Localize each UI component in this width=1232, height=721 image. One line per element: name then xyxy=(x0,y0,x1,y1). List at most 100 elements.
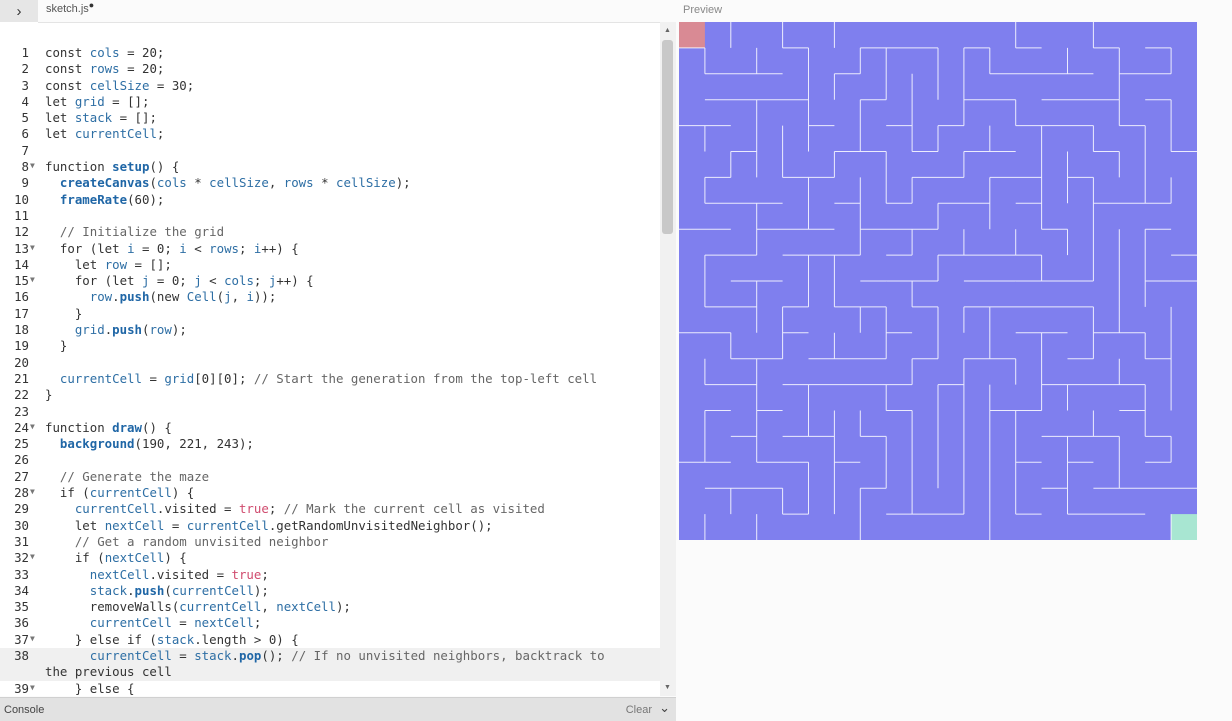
code-text: // Get a random unvisited neighbor xyxy=(74,533,329,549)
code-line[interactable]: 10 frameRate(60); xyxy=(0,192,660,208)
code-line[interactable]: 33 nextCell.visited = true; xyxy=(0,567,660,583)
line-number: 21 xyxy=(14,370,29,386)
code-line[interactable]: 7 xyxy=(0,143,660,159)
code-line[interactable]: 23 xyxy=(0,404,660,420)
console-bar[interactable]: Console Clear ⌄ xyxy=(0,697,676,721)
code-text: function draw() { xyxy=(45,419,172,435)
line-number: 34 xyxy=(14,582,29,598)
fold-arrow-icon[interactable]: ▼ xyxy=(30,272,35,288)
line-number: 32 xyxy=(14,550,29,566)
code-line[interactable]: 22} xyxy=(0,387,660,403)
code-text: for (let i = 0; i < rows; i++) { xyxy=(45,240,299,256)
code-line[interactable]: 29 currentCell.visited = true; // Mark t… xyxy=(0,501,660,517)
code-line[interactable]: 30 let nextCell = currentCell.getRandomU… xyxy=(0,518,660,534)
line-number: 38 xyxy=(14,647,29,663)
line-number: 7 xyxy=(21,142,29,158)
code-line[interactable]: 39 ▼ } else { xyxy=(0,681,660,696)
line-number: 36 xyxy=(14,615,29,631)
code-line[interactable]: 37 ▼ } else if (stack.length > 0) { xyxy=(0,632,660,648)
line-number: 29 xyxy=(14,501,29,517)
code-line[interactable]: 5 let stack = []; xyxy=(0,110,660,126)
fold-arrow-icon[interactable]: ▼ xyxy=(30,549,35,565)
maze-walls xyxy=(679,22,1197,540)
code-line[interactable]: 15 ▼ for (let j = 0; j < cols; j++) { xyxy=(0,273,660,289)
code-text: createCanvas(cols * cellSize, rows * cel… xyxy=(59,175,411,191)
code-line[interactable]: 28 ▼ if (currentCell) { xyxy=(0,485,660,501)
scroll-up-icon[interactable]: ▲ xyxy=(664,27,671,34)
line-number: 24 xyxy=(14,419,29,435)
code-line[interactable]: 34 stack.push(currentCell); xyxy=(0,583,660,599)
code-line[interactable]: 8 ▼ function setup() { xyxy=(0,159,660,175)
code-text: removeWalls(currentCell, nextCell); xyxy=(45,599,351,615)
code-text: function setup() { xyxy=(45,159,180,175)
code-line[interactable]: 26 xyxy=(0,452,660,468)
line-number: 3 xyxy=(21,77,29,93)
editor-scrollbar[interactable]: ▲ ▼ xyxy=(660,22,676,696)
sidebar-toggle-button[interactable]: › xyxy=(0,0,38,22)
code-line[interactable]: 11 xyxy=(0,208,660,224)
line-number: 11 xyxy=(14,207,29,223)
line-number: 9 xyxy=(21,175,29,191)
line-number: 23 xyxy=(14,403,29,419)
code-line[interactable]: 35 removeWalls(currentCell, nextCell); xyxy=(0,599,660,615)
line-number: 6 xyxy=(21,126,29,142)
console-clear-button[interactable]: Clear xyxy=(626,704,652,716)
code-line[interactable]: 13 ▼ for (let i = 0; i < rows; i++) { xyxy=(0,241,660,257)
code-text: let nextCell = currentCell.getRandomUnvi… xyxy=(45,517,493,533)
code-line[interactable]: 4 let grid = []; xyxy=(0,94,660,110)
chevron-down-icon[interactable]: ⌄ xyxy=(659,700,670,716)
line-number: 31 xyxy=(14,533,29,549)
line-number: 22 xyxy=(14,387,29,403)
code-line[interactable]: 20 xyxy=(0,355,660,371)
code-line[interactable]: 19 } xyxy=(0,338,660,354)
code-line[interactable]: 31 // Get a random unvisited neighbor xyxy=(0,534,660,550)
code-line[interactable]: 21 currentCell = grid[0][0]; // Start th… xyxy=(0,371,660,387)
code-line[interactable]: 16 row.push(new Cell(j, i)); xyxy=(0,289,660,305)
file-tab[interactable]: sketch.js● xyxy=(46,0,94,15)
code-line[interactable]: 36 currentCell = nextCell; xyxy=(0,615,660,631)
code-text: // Generate the maze xyxy=(59,468,210,484)
code-text-wrapped: the previous cell xyxy=(45,664,172,680)
line-number: 26 xyxy=(14,452,29,468)
line-number: 4 xyxy=(21,93,29,109)
code-line[interactable]: 9 createCanvas(cols * cellSize, rows * c… xyxy=(0,175,660,191)
line-number: 37 xyxy=(14,631,29,647)
code-line[interactable]: 32 ▼ if (nextCell) { xyxy=(0,550,660,566)
code-text: frameRate(60); xyxy=(59,191,165,207)
fold-arrow-icon[interactable]: ▼ xyxy=(30,631,35,647)
fold-arrow-icon[interactable]: ▼ xyxy=(30,158,35,174)
scroll-down-icon[interactable]: ▼ xyxy=(664,684,671,691)
code-line[interactable]: 24 ▼ function draw() { xyxy=(0,420,660,436)
code-line[interactable]: 25 background(190, 221, 243); xyxy=(0,436,660,452)
code-text: if (nextCell) { xyxy=(45,550,187,566)
fold-arrow-icon[interactable]: ▼ xyxy=(30,419,35,435)
scrollbar-thumb[interactable] xyxy=(662,40,673,234)
code-line[interactable]: 27 // Generate the maze xyxy=(0,469,660,485)
line-number: 17 xyxy=(14,305,29,321)
fold-arrow-icon[interactable]: ▼ xyxy=(30,680,35,696)
fold-arrow-icon[interactable]: ▼ xyxy=(30,240,35,256)
code-text: } else if (stack.length > 0) { xyxy=(45,631,299,647)
code-editor[interactable]: 1 const cols = 20; 2 const rows = 20; 3 const… xyxy=(0,22,660,696)
code-line[interactable]: 38 currentCell = stack.pop(); // If no u… xyxy=(0,647,660,681)
code-line[interactable]: 12 // Initialize the grid xyxy=(0,224,660,240)
code-line[interactable]: 18 grid.push(row); xyxy=(0,322,660,338)
code-line[interactable]: 6 let currentCell; xyxy=(0,126,660,142)
code-text: } xyxy=(45,305,83,321)
fold-arrow-icon[interactable]: ▼ xyxy=(30,484,35,500)
code-line[interactable]: 3 const cellSize = 30; xyxy=(0,78,660,94)
code-line[interactable]: 17 } xyxy=(0,306,660,322)
code-text: } xyxy=(45,387,53,403)
line-number: 8 xyxy=(21,159,29,175)
code-line[interactable]: 2 const rows = 20; xyxy=(0,61,660,77)
code-text: stack.push(currentCell); xyxy=(89,582,269,598)
code-text: let currentCell; xyxy=(45,126,165,142)
code-line[interactable]: 14 let row = []; xyxy=(0,257,660,273)
code-text: const rows = 20; xyxy=(45,61,165,77)
code-text: if (currentCell) { xyxy=(45,485,195,501)
maze-end-cell xyxy=(1171,514,1197,540)
code-line[interactable]: 1 const cols = 20; xyxy=(0,45,660,61)
code-text: nextCell.visited = true; xyxy=(89,566,269,582)
code-text: // Initialize the grid xyxy=(59,224,225,240)
code-text: currentCell = stack.pop(); // If no unvi… xyxy=(89,647,605,663)
